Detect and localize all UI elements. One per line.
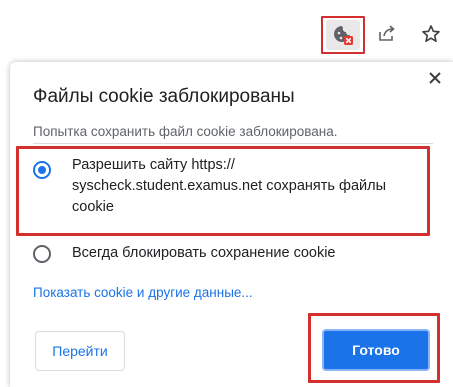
go-button[interactable]: Перейти — [35, 331, 125, 371]
radio-allow[interactable] — [33, 161, 51, 179]
divider — [33, 143, 433, 144]
dialog-title: Файлы cookie заблокированы — [33, 86, 295, 107]
browser-toolbar — [0, 0, 453, 62]
star-icon[interactable] — [417, 20, 445, 48]
cookie-blocked-icon — [326, 20, 360, 50]
radio-block[interactable] — [33, 245, 51, 263]
option-allow-label[interactable]: Разрешить сайту https:// syscheck.studen… — [72, 155, 407, 218]
close-icon[interactable] — [423, 66, 447, 90]
cookie-blocked-button[interactable] — [321, 16, 365, 54]
done-button[interactable]: Готово — [322, 329, 430, 371]
show-cookies-link[interactable]: Показать cookie и другие данные... — [33, 285, 253, 300]
option-block-label[interactable]: Всегда блокировать сохранение cookie — [72, 243, 335, 264]
share-icon[interactable] — [373, 20, 401, 48]
dialog-subtitle: Попытка сохранить файл cookie заблокиров… — [33, 124, 338, 139]
